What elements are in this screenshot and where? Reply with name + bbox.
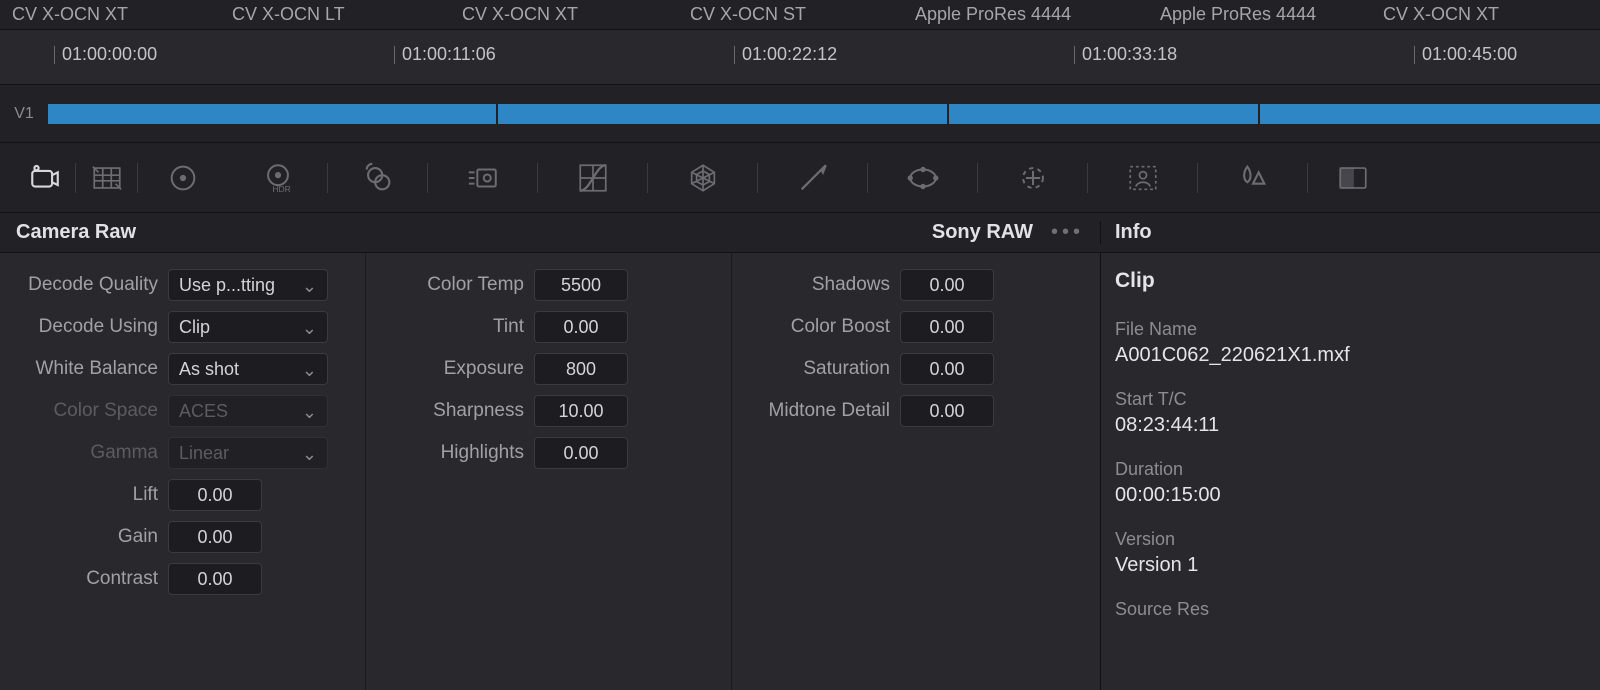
codec-tab[interactable]: CV X-OCN ST (682, 0, 907, 29)
panel-headers: Camera Raw Sony RAW ••• Info (0, 213, 1600, 253)
wheels-icon[interactable] (138, 157, 228, 199)
gain-input[interactable]: 0.00 (168, 521, 262, 553)
midtone-detail-input[interactable]: 0.00 (900, 395, 994, 427)
decode-quality-dropdown[interactable]: Use p...tting ⌄ (168, 269, 328, 301)
exposure-input[interactable]: 800 (534, 353, 628, 385)
gain-label: Gain (10, 526, 168, 548)
codec-tab[interactable]: CV X-OCN LT (224, 0, 454, 29)
motion-effects-icon[interactable] (428, 157, 538, 199)
chevron-down-icon: ⌄ (302, 444, 317, 465)
codec-tab[interactable]: Apple ProRes 4444 (1152, 0, 1375, 29)
color-warper-icon[interactable] (648, 157, 758, 199)
saturation-input[interactable]: 0.00 (900, 353, 994, 385)
chevron-down-icon: ⌄ (302, 360, 317, 381)
clip[interactable] (949, 104, 1258, 124)
clip[interactable] (498, 104, 946, 124)
sharpness-label: Sharpness (376, 400, 534, 422)
chevron-down-icon: ⌄ (302, 276, 317, 297)
color-page-toolbar: HDR (0, 143, 1600, 213)
white-balance-label: White Balance (10, 358, 168, 380)
tracker-icon[interactable] (978, 157, 1088, 199)
saturation-label: Saturation (742, 358, 900, 380)
chevron-down-icon: ⌄ (302, 318, 317, 339)
clip[interactable] (48, 104, 496, 124)
exposure-label: Exposure (376, 358, 534, 380)
codec-tab[interactable]: CV X-OCN XT (454, 0, 682, 29)
shadows-label: Shadows (742, 274, 900, 296)
codec-tab[interactable]: CV X-OCN XT (1375, 0, 1507, 29)
codec-tab[interactable]: Apple ProRes 4444 (907, 0, 1152, 29)
decode-using-dropdown[interactable]: Clip ⌄ (168, 311, 328, 343)
info-panel: Clip File Name A001C062_220621X1.mxf Sta… (1100, 253, 1600, 690)
rgb-mixer-icon[interactable] (328, 157, 428, 199)
start-tc-value: 08:23:44:11 (1115, 414, 1586, 437)
params-col-3: Shadows 0.00 Color Boost 0.00 Saturation… (732, 253, 1098, 690)
params-col-1: Decode Quality Use p...tting ⌄ Decode Us… (0, 253, 366, 690)
clip-heading: Clip (1115, 269, 1586, 293)
lift-label: Lift (10, 484, 168, 506)
raw-codec-label[interactable]: Sony RAW (932, 221, 1033, 244)
hdr-wheels-icon[interactable]: HDR (228, 157, 328, 199)
qualifier-icon[interactable] (758, 157, 868, 199)
color-checker-icon[interactable] (76, 157, 138, 199)
shadows-input[interactable]: 0.00 (900, 269, 994, 301)
color-boost-label: Color Boost (742, 316, 900, 338)
curves-icon[interactable] (538, 157, 648, 199)
sharpness-input[interactable]: 10.00 (534, 395, 628, 427)
magic-mask-icon[interactable] (1088, 157, 1198, 199)
color-boost-input[interactable]: 0.00 (900, 311, 994, 343)
decode-using-label: Decode Using (10, 316, 168, 338)
ruler-tick: 01:00:11:06 (402, 44, 496, 65)
ruler-tick: 01:00:33:18 (1082, 44, 1177, 65)
gamma-dropdown: Linear ⌄ (168, 437, 328, 469)
window-icon[interactable] (868, 157, 978, 199)
duration-value: 00:00:15:00 (1115, 484, 1586, 507)
tint-label: Tint (376, 316, 534, 338)
gamma-label: Gamma (10, 442, 168, 464)
highlights-input[interactable]: 0.00 (534, 437, 628, 469)
contrast-label: Contrast (10, 568, 168, 590)
track-v1: V1 (0, 85, 1600, 143)
highlights-label: Highlights (376, 442, 534, 464)
track-label[interactable]: V1 (0, 105, 48, 123)
more-options-icon[interactable]: ••• (1051, 221, 1084, 244)
clip[interactable] (1260, 104, 1600, 124)
duration-label: Duration (1115, 459, 1586, 480)
color-temp-input[interactable]: 5500 (534, 269, 628, 301)
version-value: Version 1 (1115, 554, 1586, 577)
start-tc-label: Start T/C (1115, 389, 1586, 410)
lift-input[interactable]: 0.00 (168, 479, 262, 511)
white-balance-dropdown[interactable]: As shot ⌄ (168, 353, 328, 385)
tint-input[interactable]: 0.00 (534, 311, 628, 343)
main-area: Decode Quality Use p...tting ⌄ Decode Us… (0, 253, 1600, 690)
color-temp-label: Color Temp (376, 274, 534, 296)
svg-text:HDR: HDR (272, 184, 290, 194)
timeline-ruler[interactable]: 01:00:00:00 01:00:11:06 01:00:22:12 01:0… (0, 30, 1600, 85)
ruler-tick: 01:00:22:12 (742, 44, 837, 65)
decode-quality-label: Decode Quality (10, 274, 168, 296)
params-col-2: Color Temp 5500 Tint 0.00 Exposure 800 S… (366, 253, 732, 690)
camera-raw-params: Decode Quality Use p...tting ⌄ Decode Us… (0, 253, 1100, 690)
key-icon[interactable] (1308, 157, 1398, 199)
track-clips[interactable] (48, 104, 1600, 124)
source-res-label: Source Res (1115, 599, 1586, 620)
file-name-value: A001C062_220621X1.mxf (1115, 344, 1586, 367)
blur-sharpen-icon[interactable] (1198, 157, 1308, 199)
camera-raw-icon[interactable] (14, 157, 76, 199)
version-label: Version (1115, 529, 1586, 550)
chevron-down-icon: ⌄ (302, 402, 317, 423)
color-space-dropdown: ACES ⌄ (168, 395, 328, 427)
codec-tab[interactable]: CV X-OCN XT (4, 0, 224, 29)
file-name-label: File Name (1115, 319, 1586, 340)
camera-raw-title: Camera Raw (16, 221, 136, 244)
codec-tabs: CV X-OCN XT CV X-OCN LT CV X-OCN XT CV X… (0, 0, 1600, 30)
midtone-detail-label: Midtone Detail (742, 400, 900, 422)
contrast-input[interactable]: 0.00 (168, 563, 262, 595)
ruler-tick: 01:00:45:00 (1422, 44, 1517, 65)
color-space-label: Color Space (10, 400, 168, 422)
ruler-tick: 01:00:00:00 (62, 44, 157, 65)
info-panel-title: Info (1115, 221, 1152, 243)
